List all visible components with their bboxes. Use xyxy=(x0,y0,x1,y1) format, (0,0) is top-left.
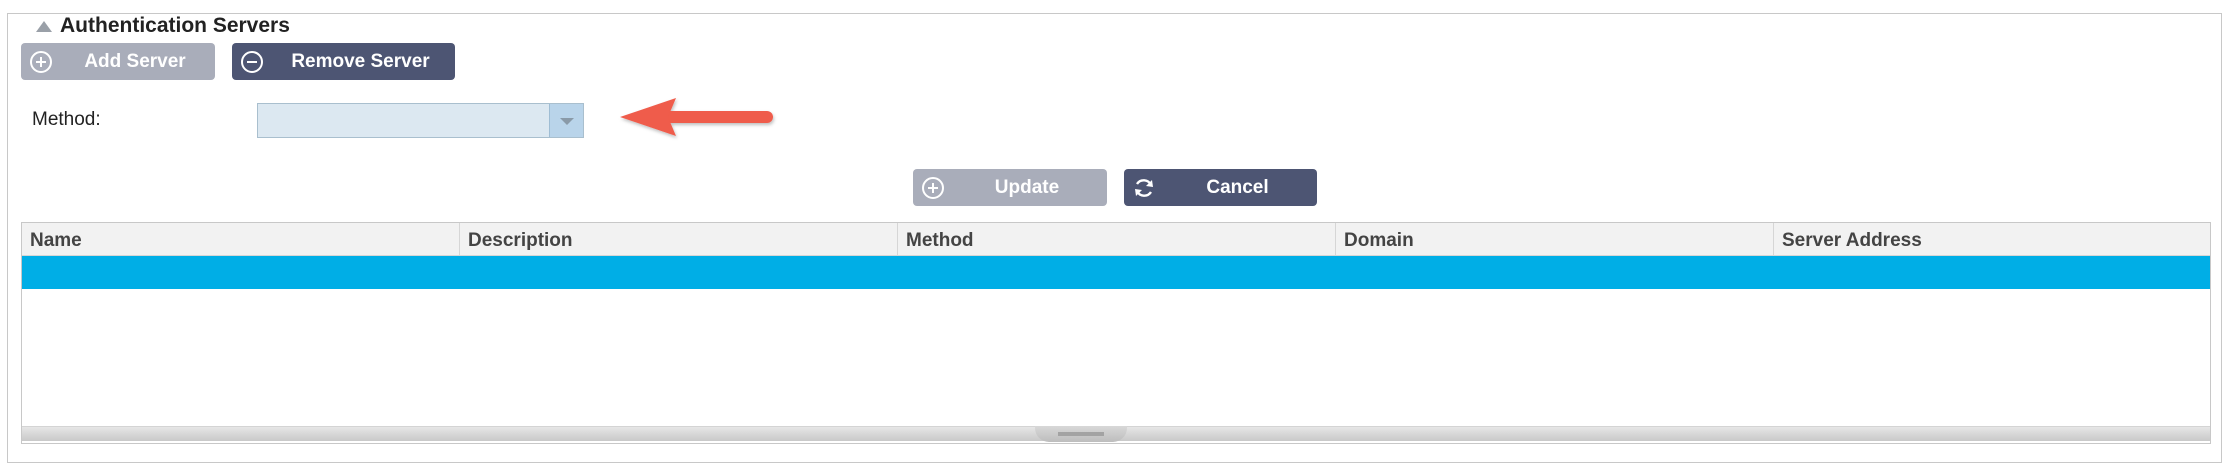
chevron-down-icon xyxy=(560,118,574,125)
column-header-method[interactable]: Method xyxy=(897,223,1335,255)
method-dropdown-button[interactable] xyxy=(549,104,583,137)
plus-circle-icon xyxy=(922,177,944,199)
servers-table: Name Description Method Domain Server Ad… xyxy=(21,222,2211,444)
add-server-button[interactable]: Add Server xyxy=(21,43,215,80)
refresh-icon xyxy=(1135,179,1153,197)
method-label: Method: xyxy=(32,109,101,130)
method-select[interactable] xyxy=(257,103,584,138)
remove-server-label: Remove Server xyxy=(291,51,430,72)
table-row[interactable] xyxy=(22,256,2210,289)
update-button[interactable]: Update xyxy=(913,169,1107,206)
collapse-triangle-icon[interactable] xyxy=(36,20,52,32)
column-header-description[interactable]: Description xyxy=(459,223,897,255)
column-header-name[interactable]: Name xyxy=(22,223,459,255)
scrollbar-thumb[interactable] xyxy=(1035,426,1127,442)
minus-circle-icon xyxy=(241,51,263,73)
plus-circle-icon xyxy=(30,51,52,73)
add-server-label: Add Server xyxy=(84,51,186,72)
update-label: Update xyxy=(994,177,1060,198)
column-header-server-address[interactable]: Server Address xyxy=(1773,223,2210,255)
panel-title: Authentication Servers xyxy=(60,14,290,37)
grip-icon xyxy=(1058,432,1104,436)
cancel-button[interactable]: Cancel xyxy=(1124,169,1317,206)
remove-server-button[interactable]: Remove Server xyxy=(232,43,455,80)
cancel-label: Cancel xyxy=(1206,177,1269,198)
panel-header[interactable]: Authentication Servers xyxy=(30,14,298,38)
column-header-domain[interactable]: Domain xyxy=(1335,223,1773,255)
table-header: Name Description Method Domain Server Ad… xyxy=(22,223,2210,256)
annotation-arrow-icon xyxy=(620,98,773,136)
